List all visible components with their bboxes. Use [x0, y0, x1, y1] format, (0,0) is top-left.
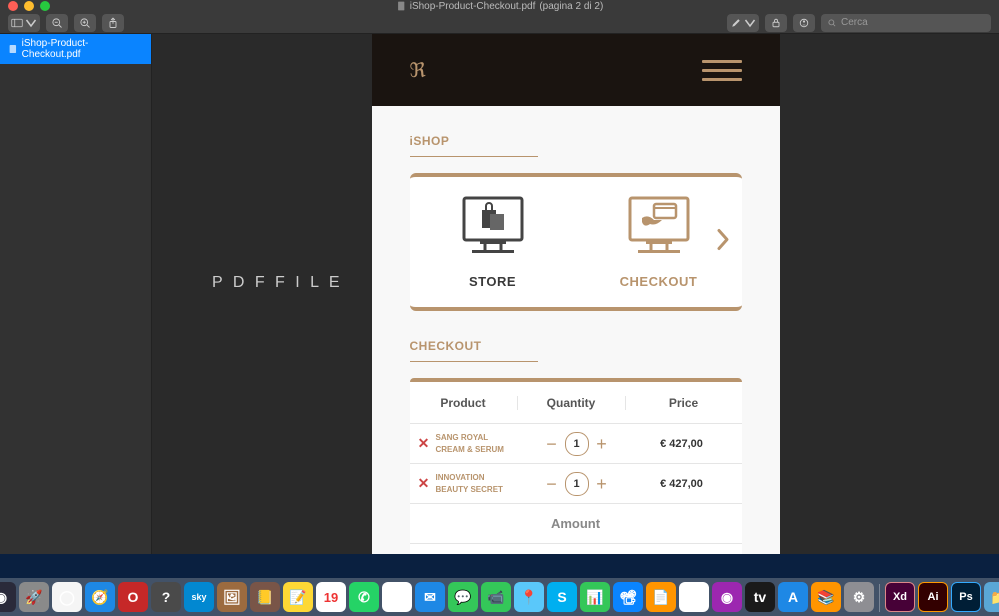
zoom-out-icon — [51, 17, 63, 29]
quantity-value: 1 — [565, 432, 589, 456]
toolbar: Cerca — [0, 12, 999, 34]
section-label-checkout: CHECKOUT — [410, 339, 538, 362]
remove-item-button[interactable]: ✕ — [416, 435, 432, 452]
price-value: € 427,00 — [628, 438, 736, 450]
header-product: Product — [410, 396, 518, 410]
dock-app-contacts[interactable]: 📒 — [250, 582, 280, 612]
close-window-button[interactable] — [8, 1, 18, 11]
lock-icon — [770, 17, 782, 29]
dock-app-folder[interactable]: 📁 — [984, 582, 999, 612]
search-input[interactable]: Cerca — [821, 14, 991, 32]
header-price: Price — [626, 396, 742, 410]
quantity-decrement-button[interactable]: − — [545, 475, 559, 493]
background-label: P D F F I L E — [212, 274, 343, 292]
table-header: Product Quantity Price — [410, 382, 742, 424]
logo: ℜ — [410, 58, 427, 83]
remove-item-button[interactable]: ✕ — [416, 475, 432, 492]
nav-next-button[interactable] — [716, 228, 730, 257]
dock-app-keynote[interactable]: 📽 — [613, 582, 643, 612]
nav-card-store[interactable]: STORE — [410, 196, 576, 289]
nav-cards: STORE CHECKOUT — [410, 173, 742, 311]
sidebar-toggle-button[interactable] — [8, 14, 40, 32]
quantity-increment-button[interactable]: + — [595, 475, 609, 493]
window-title: iShop-Product-Checkout.pdf (pagina 2 di … — [396, 0, 604, 12]
dock-app-preview[interactable]: 🖼 — [217, 582, 247, 612]
price-value: € 427,00 — [628, 478, 736, 490]
content-viewport[interactable]: P D F F I L E ℜ iSHOP — [152, 34, 999, 554]
zoom-out-button[interactable] — [46, 14, 68, 32]
product-name: INNOVATIONBEAUTY SECRET — [432, 472, 526, 494]
quantity-increment-button[interactable]: + — [595, 435, 609, 453]
chevron-down-icon — [744, 17, 756, 29]
pdf-icon — [396, 1, 406, 11]
share-button[interactable] — [102, 14, 124, 32]
dock: 😀◉🚀◯🧭O?sky🖼📒📝19✆✿✉💬📹📍S📊📽📄♫◉tvA📚⚙XdAiPs📁 — [0, 578, 999, 616]
search-icon — [827, 18, 837, 28]
dock-app-appstore[interactable]: A — [778, 582, 808, 612]
pencil-icon — [730, 17, 742, 29]
highlight-button[interactable] — [793, 14, 815, 32]
rotate-button[interactable] — [765, 14, 787, 32]
dock-app-podcasts[interactable]: ◉ — [712, 582, 742, 612]
dock-app-xd[interactable]: Xd — [885, 582, 915, 612]
product-name: SANG ROYALCREAM & SERUM — [432, 432, 526, 454]
dock-app-maps[interactable]: 📍 — [514, 582, 544, 612]
sidebar-icon — [11, 17, 23, 29]
sidebar-tab-active[interactable]: iShop-Product-Checkout.pdf — [0, 34, 151, 64]
pdf-page: ℜ iSHOP — [372, 34, 780, 554]
dock-app-calendar[interactable]: 19 — [316, 582, 346, 612]
total-row: € 427,00 — [410, 544, 742, 554]
dock-app-numbers[interactable]: 📊 — [580, 582, 610, 612]
dock-app-help[interactable]: ? — [151, 582, 181, 612]
markup-button[interactable] — [727, 14, 759, 32]
quantity-decrement-button[interactable]: − — [545, 435, 559, 453]
dock-app-books[interactable]: 📚 — [811, 582, 841, 612]
section-label-ishop: iSHOP — [410, 134, 538, 157]
checkout-monitor-icon — [624, 196, 694, 260]
dock-app-messages[interactable]: 💬 — [448, 582, 478, 612]
zoom-in-button[interactable] — [74, 14, 96, 32]
fullscreen-window-button[interactable] — [40, 1, 50, 11]
chevron-down-icon — [25, 17, 37, 29]
dock-app-pages[interactable]: 📄 — [646, 582, 676, 612]
markup-icon — [798, 17, 810, 29]
dock-app-mail[interactable]: ✉ — [415, 582, 445, 612]
window-titlebar: iShop-Product-Checkout.pdf (pagina 2 di … — [0, 0, 999, 12]
dock-app-appletv[interactable]: tv — [745, 582, 775, 612]
dock-app-settings[interactable]: ⚙ — [844, 582, 874, 612]
dock-app-safari[interactable]: 🧭 — [85, 582, 115, 612]
amount-label-row: Amount — [410, 504, 742, 544]
dock-app-whatsapp[interactable]: ✆ — [349, 582, 379, 612]
dock-app-sky[interactable]: sky — [184, 582, 214, 612]
header-quantity: Quantity — [518, 396, 626, 410]
dock-area: 😀◉🚀◯🧭O?sky🖼📒📝19✆✿✉💬📹📍S📊📽📄♫◉tvA📚⚙XdAiPs📁 — [0, 556, 999, 616]
table-row: ✕ SANG ROYALCREAM & SERUM − 1 + € 427,00 — [410, 424, 742, 464]
cart-table: Product Quantity Price ✕ SANG ROYALCREAM… — [410, 378, 742, 554]
hamburger-menu-button[interactable] — [702, 60, 742, 81]
table-row: ✕ INNOVATIONBEAUTY SECRET − 1 + € 427,00 — [410, 464, 742, 504]
dock-app-illustrator[interactable]: Ai — [918, 582, 948, 612]
dock-separator — [879, 584, 880, 612]
dock-app-opera[interactable]: O — [118, 582, 148, 612]
mockup-header: ℜ — [372, 34, 780, 106]
dock-app-skype[interactable]: S — [547, 582, 577, 612]
zoom-in-icon — [79, 17, 91, 29]
document-icon — [8, 44, 18, 54]
dock-app-notes[interactable]: 📝 — [283, 582, 313, 612]
dock-app-photoshop[interactable]: Ps — [951, 582, 981, 612]
quantity-value: 1 — [565, 472, 589, 496]
share-icon — [107, 17, 119, 29]
dock-app-siri[interactable]: ◉ — [0, 582, 16, 612]
dock-app-facetime[interactable]: 📹 — [481, 582, 511, 612]
chevron-right-icon — [716, 228, 730, 252]
dock-app-photos[interactable]: ✿ — [382, 582, 412, 612]
store-monitor-icon — [458, 196, 528, 260]
sidebar: iShop-Product-Checkout.pdf — [0, 34, 152, 554]
minimize-window-button[interactable] — [24, 1, 34, 11]
dock-app-launchpad[interactable]: 🚀 — [19, 582, 49, 612]
dock-app-itunes[interactable]: ♫ — [679, 582, 709, 612]
dock-app-chrome[interactable]: ◯ — [52, 582, 82, 612]
